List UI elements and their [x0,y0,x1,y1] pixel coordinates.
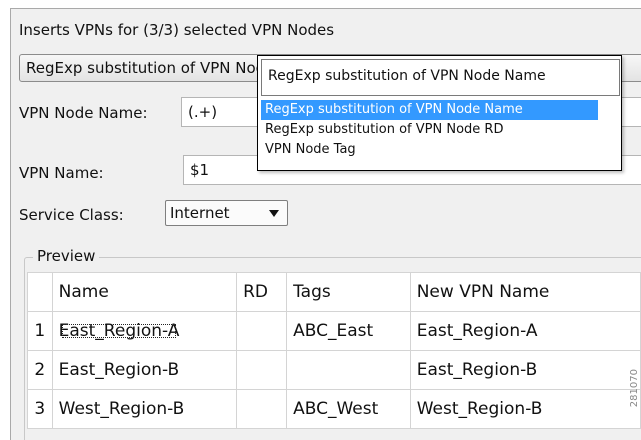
dropdown-current-value[interactable]: RegExp substitution of VPN Node Name [261,59,620,96]
table-row[interactable]: 3 West_Region-B ABC_West West_Region-B [27,389,641,429]
column-header-tags[interactable]: Tags [286,272,411,312]
row-number: 1 [27,311,53,351]
row-number: 2 [27,350,53,390]
table-row[interactable]: 2 East_Region-B East_Region-B [27,350,641,390]
preview-table: Name RD Tags New VPN Name 1 East_Region-… [27,272,641,429]
name-cell[interactable]: East_Region-A [59,321,180,341]
name-cell[interactable]: West_Region-B [51,389,238,429]
column-header-name[interactable]: Name [51,272,238,312]
name-cell[interactable]: East_Region-B [51,350,238,390]
service-class-label: Service Class: [19,206,124,224]
dropdown-option-vpn-node-tag[interactable]: VPN Node Tag [261,140,598,160]
substitution-dropdown-popup: RegExp substitution of VPN Node Name Reg… [257,55,622,171]
table-header-row: Name RD Tags New VPN Name [27,272,641,312]
new-vpn-name-cell[interactable]: West_Region-B [409,389,641,429]
rd-cell[interactable] [236,389,288,429]
new-vpn-name-cell[interactable]: East_Region-B [409,350,641,390]
service-class-select[interactable]: Internet [165,200,288,226]
dropdown-option-vpn-node-name[interactable]: RegExp substitution of VPN Node Name [261,100,598,120]
chevron-down-icon [269,210,279,217]
row-number: 3 [27,389,53,429]
tags-cell[interactable]: ABC_West [286,389,411,429]
dropdown-option-vpn-node-rd[interactable]: RegExp substitution of VPN Node RD [261,120,598,140]
tags-cell[interactable]: ABC_East [286,311,411,351]
rd-cell[interactable] [236,311,288,351]
preview-legend: Preview [33,247,100,265]
column-header-new-vpn-name[interactable]: New VPN Name [409,272,641,312]
table-row[interactable]: 1 East_Region-A ABC_East East_Region-A [27,311,641,351]
new-vpn-name-cell[interactable]: East_Region-A [409,311,641,351]
vpn-node-name-label: VPN Node Name: [19,104,148,122]
vpn-name-value: $1 [190,161,210,179]
dropdown-current-label: RegExp substitution of VPN Node Name [268,68,546,84]
vpn-name-label: VPN Name: [19,164,104,182]
tags-cell[interactable] [286,350,411,390]
rd-cell[interactable] [236,350,288,390]
header-description: Inserts VPNs for (3/3) selected VPN Node… [19,21,335,39]
vpn-node-name-value: (.+) [188,103,218,121]
dialog-panel: Inserts VPNs for (3/3) selected VPN Node… [10,8,641,440]
figure-id-watermark: 281070 [629,369,640,408]
column-header-rd[interactable]: RD [236,272,288,312]
row-number-header [27,272,53,312]
service-class-value: Internet [170,204,230,222]
